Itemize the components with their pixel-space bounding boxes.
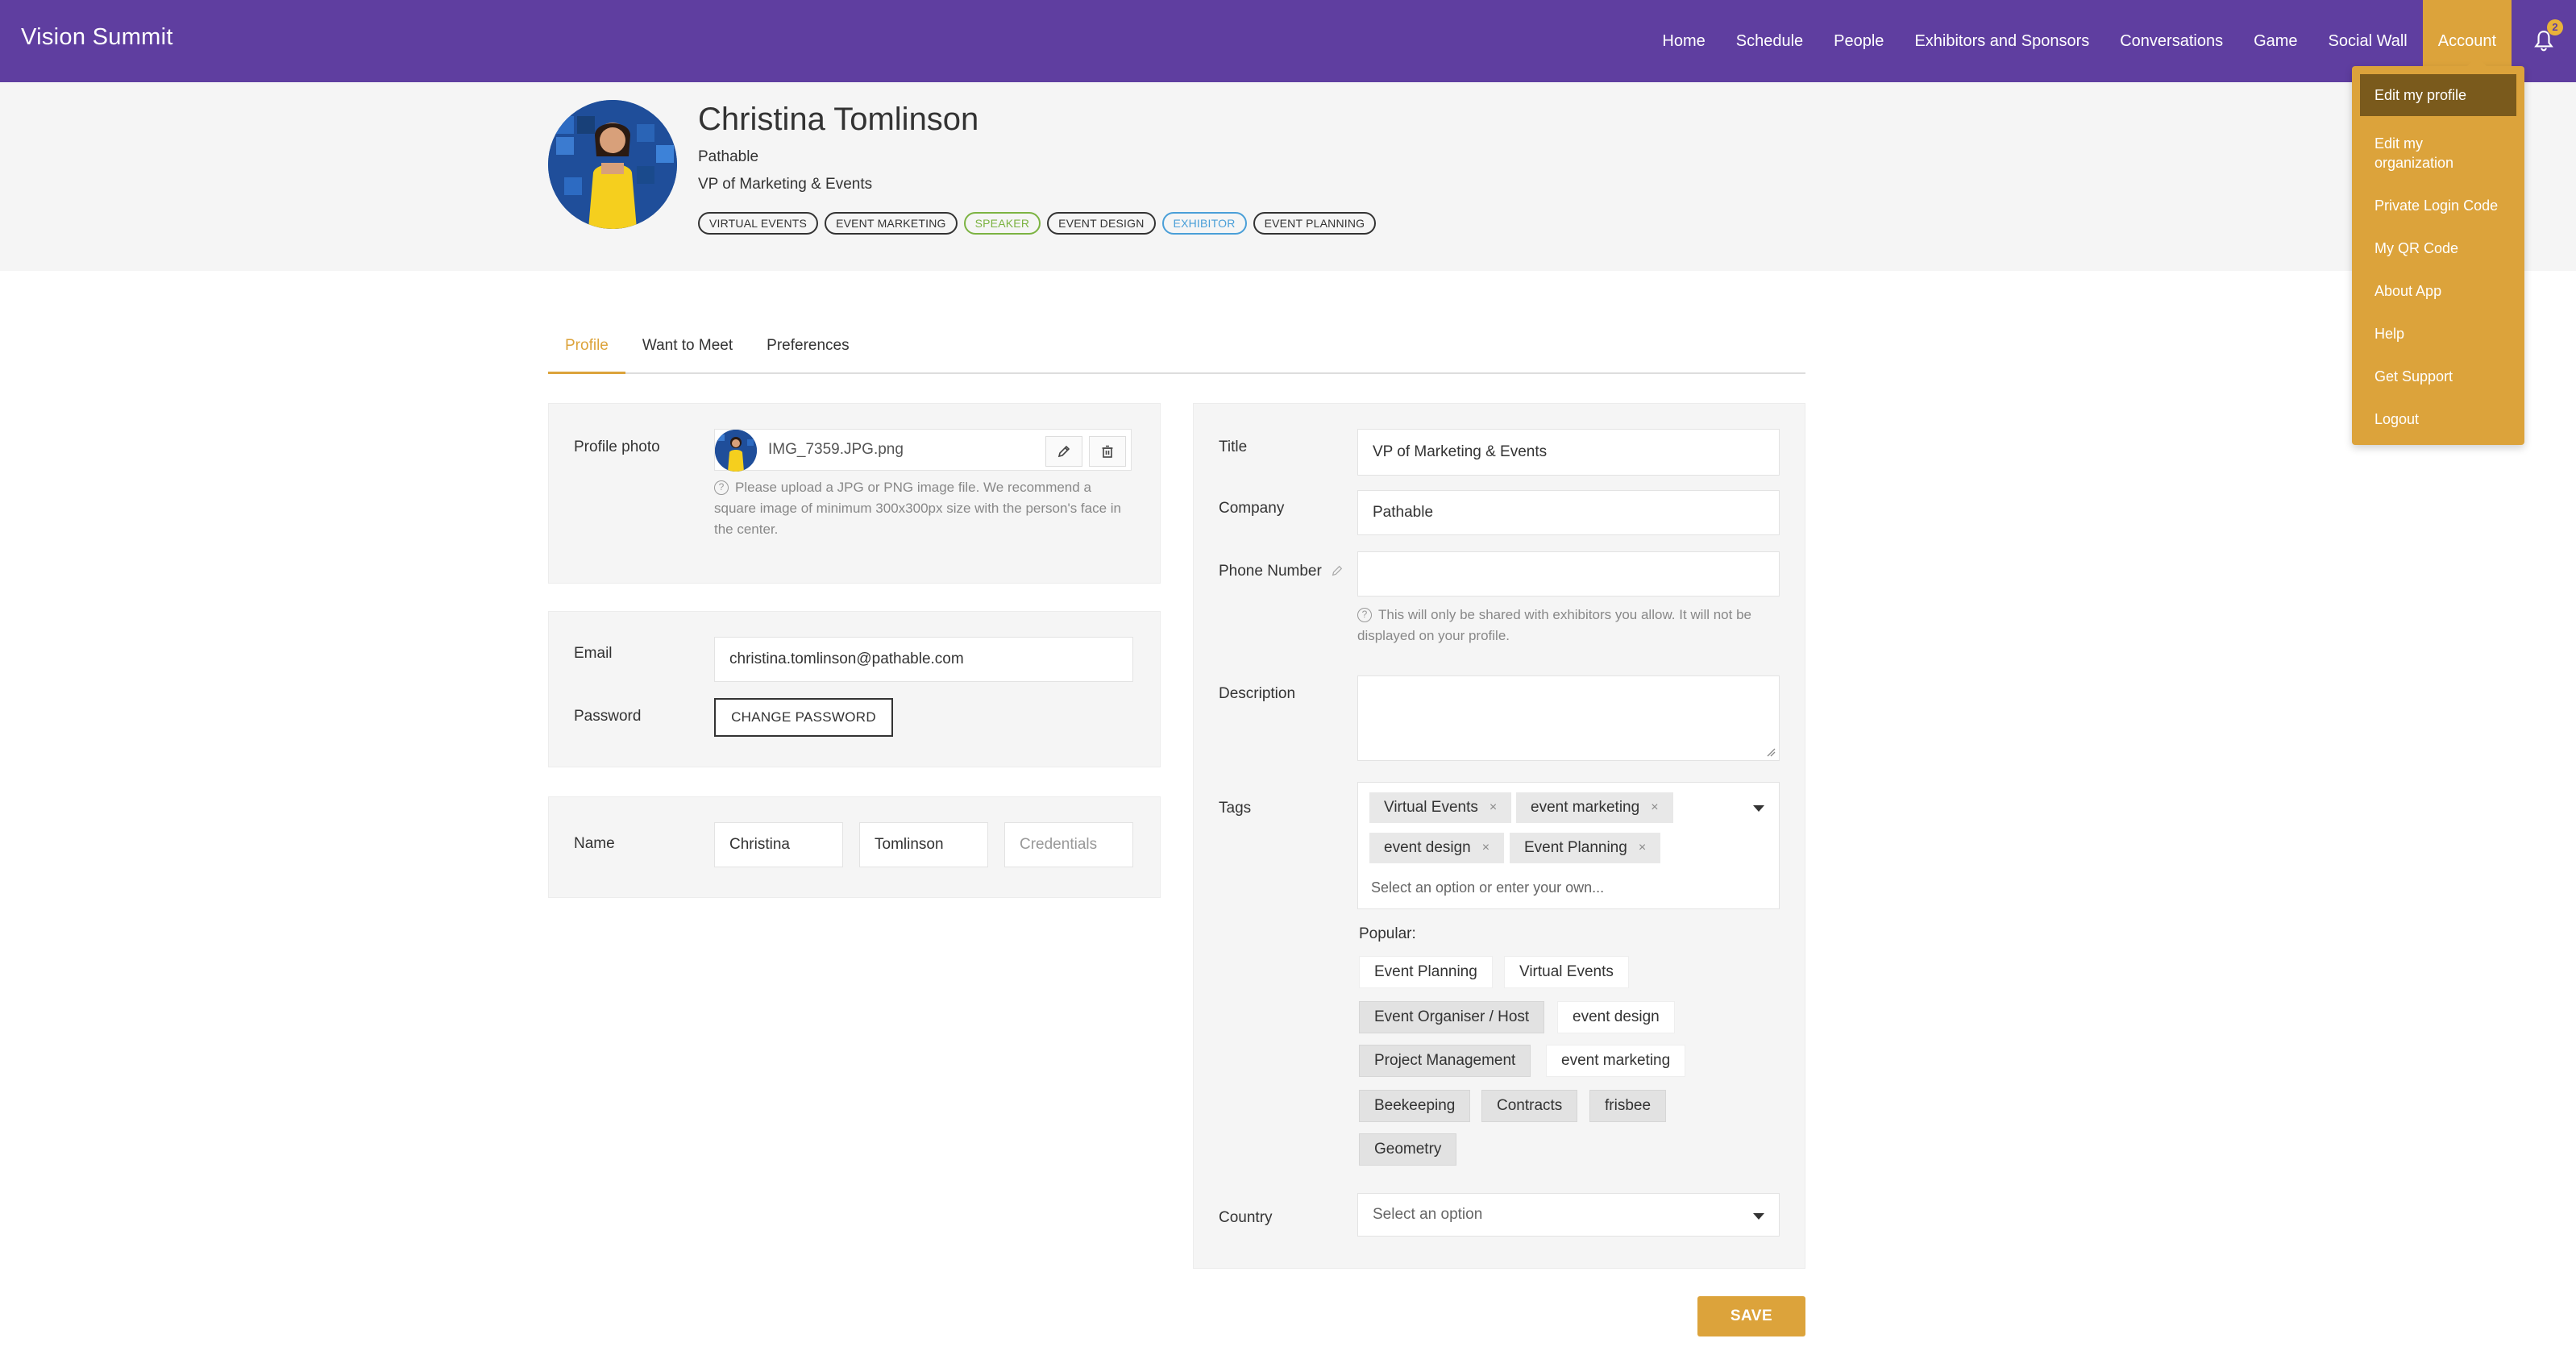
photo-upload-field: IMG_7359.JPG.png — [714, 429, 1132, 472]
profile-photo-label: Profile photo — [574, 439, 660, 455]
title-label: Title — [1219, 439, 1248, 455]
photo-thumbnail — [715, 430, 757, 472]
badge-event-design: EVENT DESIGN — [1047, 212, 1156, 235]
title-field[interactable]: VP of Marketing & Events — [1357, 429, 1780, 476]
popular-tag[interactable]: Event Organiser / Host — [1359, 1001, 1545, 1033]
country-select[interactable]: Select an option — [1357, 1193, 1780, 1237]
country-label: Country — [1219, 1209, 1273, 1226]
nav-game[interactable]: Game — [2238, 0, 2312, 82]
email-field[interactable]: christina.tomlinson@pathable.com — [714, 637, 1133, 682]
popular-tag[interactable]: event design — [1557, 1001, 1675, 1033]
last-name-field[interactable]: Tomlinson — [859, 822, 988, 867]
profile-title: VP of Marketing & Events — [698, 176, 873, 193]
popular-tags-label: Popular: — [1359, 925, 1416, 942]
question-circle-icon: ? — [1357, 608, 1372, 622]
menu-get-support[interactable]: Get Support — [2360, 367, 2516, 386]
menu-help[interactable]: Help — [2360, 324, 2516, 343]
nav-home[interactable]: Home — [1647, 0, 1720, 82]
phone-number-field[interactable] — [1357, 551, 1780, 597]
profile-tabs: Profile Want to Meet Preferences — [548, 327, 1805, 374]
nav-people[interactable]: People — [1818, 0, 1899, 82]
nav-schedule[interactable]: Schedule — [1721, 0, 1818, 82]
phone-label: Phone Number — [1219, 563, 1344, 580]
credentials-card — [548, 611, 1161, 767]
remove-tag-icon[interactable]: × — [1651, 800, 1658, 815]
badge-event-marketing: EVENT MARKETING — [825, 212, 958, 235]
menu-my-qr-code[interactable]: My QR Code — [2360, 239, 2516, 258]
badge-exhibitor: EXHIBITOR — [1161, 212, 1247, 235]
tag-chip: event marketing × — [1516, 792, 1673, 823]
badge-virtual-events: VIRTUAL EVENTS — [698, 212, 819, 235]
save-button[interactable]: SAVE — [1697, 1296, 1805, 1336]
password-label: Password — [574, 708, 642, 725]
pencil-icon — [1057, 445, 1070, 458]
profile-header — [0, 82, 2576, 271]
name-label: Name — [574, 835, 615, 852]
tab-preferences[interactable]: Preferences — [750, 327, 866, 374]
profile-avatar — [548, 100, 677, 229]
badge-event-planning: EVENT PLANNING — [1253, 212, 1377, 235]
remove-tag-icon[interactable]: × — [1639, 841, 1646, 855]
pencil-icon — [1332, 565, 1343, 576]
phone-help-text: ? This will only be shared with exhibitor… — [1357, 607, 1751, 643]
credentials-field[interactable]: Credentials — [1004, 822, 1133, 867]
nav-exhibitors-sponsors[interactable]: Exhibitors and Sponsors — [1899, 0, 2104, 82]
thumbnail-image — [715, 430, 757, 472]
email-label: Email — [574, 645, 613, 662]
chevron-down-icon — [1753, 1213, 1764, 1220]
description-textarea[interactable] — [1357, 676, 1780, 761]
question-circle-icon: ? — [714, 480, 729, 495]
remove-tag-icon[interactable]: × — [1490, 800, 1497, 815]
popular-tag[interactable]: Geometry — [1359, 1133, 1457, 1166]
menu-about-app[interactable]: About App — [2360, 281, 2516, 301]
menu-logout[interactable]: Logout — [2360, 409, 2516, 429]
popular-tag[interactable]: event marketing — [1546, 1045, 1686, 1077]
trash-icon — [1102, 445, 1113, 458]
photo-filename: IMG_7359.JPG.png — [768, 441, 904, 458]
first-name-field[interactable]: Christina — [714, 822, 843, 867]
popular-tag[interactable]: Contracts — [1481, 1090, 1578, 1122]
avatar-image — [548, 100, 677, 229]
tag-chip: Virtual Events × — [1369, 792, 1512, 823]
resize-handle-icon[interactable] — [1766, 747, 1776, 757]
account-dropdown-menu: Edit my profile Edit my organization Pri… — [2352, 56, 2524, 445]
photo-help-text: ? Please upload a JPG or PNG image file. … — [714, 480, 1122, 537]
profile-badges: VIRTUAL EVENTS EVENT MARKETING SPEAKER E… — [698, 212, 1377, 235]
popular-tag[interactable]: frisbee — [1589, 1090, 1667, 1122]
remove-tag-icon[interactable]: × — [1482, 841, 1490, 855]
change-password-button[interactable]: CHANGE PASSWORD — [714, 698, 893, 737]
company-label: Company — [1219, 500, 1285, 517]
popular-tag[interactable]: Virtual Events — [1504, 956, 1629, 988]
delete-photo-button[interactable] — [1089, 436, 1126, 467]
tag-chip: Event Planning × — [1510, 833, 1661, 863]
tab-profile[interactable]: Profile — [548, 327, 625, 374]
company-field[interactable]: Pathable — [1357, 490, 1780, 535]
badge-speaker: SPEAKER — [963, 212, 1041, 235]
menu-edit-my-organization[interactable]: Edit my organization — [2360, 134, 2497, 173]
chevron-down-icon[interactable] — [1753, 805, 1764, 812]
profile-name: Christina Tomlinson — [698, 102, 979, 137]
tag-chip: event design × — [1369, 833, 1505, 863]
popular-tag[interactable]: Beekeeping — [1359, 1090, 1471, 1122]
edit-photo-button[interactable] — [1045, 436, 1082, 467]
tags-input[interactable]: Select an option or enter your own... — [1371, 879, 1604, 896]
popular-tag[interactable]: Event Planning — [1359, 956, 1493, 988]
tags-label: Tags — [1219, 800, 1252, 817]
tab-want-to-meet[interactable]: Want to Meet — [625, 327, 750, 374]
notification-count-badge: 2 — [2547, 19, 2563, 35]
menu-private-login-code[interactable]: Private Login Code — [2360, 196, 2516, 215]
top-navbar: Vision Summit Home Schedule People Exhib… — [0, 0, 2576, 82]
tags-multiselect[interactable]: Virtual Events × event marketing × event d… — [1357, 782, 1780, 909]
nav-conversations[interactable]: Conversations — [2104, 0, 2238, 82]
profile-company: Pathable — [698, 148, 759, 165]
brand-name[interactable]: Vision Summit — [21, 24, 173, 51]
popular-tag[interactable]: Project Management — [1359, 1045, 1531, 1077]
description-label: Description — [1219, 685, 1296, 702]
menu-edit-my-profile[interactable]: Edit my profile — [2360, 74, 2516, 116]
